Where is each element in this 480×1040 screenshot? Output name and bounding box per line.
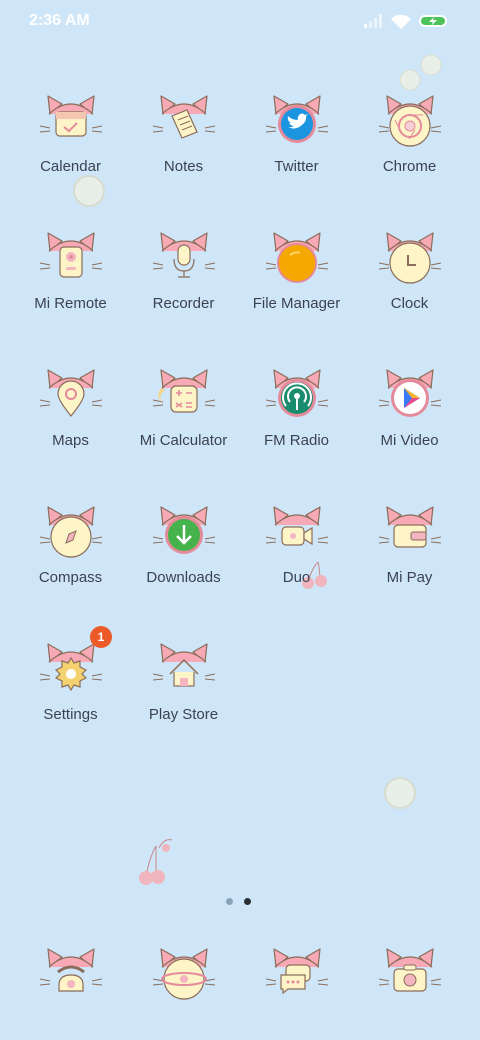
app-label: Clock xyxy=(390,295,429,312)
app-duo[interactable]: Duo xyxy=(240,503,353,613)
lemon-slice-decoration xyxy=(399,54,442,91)
app-chrome[interactable]: Chrome xyxy=(353,92,466,202)
gear-icon xyxy=(39,640,103,702)
app-label: Compass xyxy=(38,569,103,586)
notes-icon xyxy=(152,92,216,154)
compass-icon xyxy=(39,503,103,565)
status-bar: 2:36 AM xyxy=(0,0,480,44)
app-label: Downloads xyxy=(146,569,221,586)
microphone-icon xyxy=(152,229,216,291)
dock-app-browser-globe[interactable] xyxy=(152,945,216,1007)
app-label: FM Radio xyxy=(263,432,330,449)
battery-charging-icon xyxy=(419,15,447,27)
app-label: Mi Remote xyxy=(34,295,107,312)
calculator-icon xyxy=(152,366,216,428)
app-mi-remote[interactable]: Mi Remote xyxy=(14,229,127,339)
page-dot-2[interactable] xyxy=(244,898,251,905)
app-mi-pay[interactable]: Mi Pay xyxy=(353,503,466,613)
notification-badge: 1 xyxy=(90,626,112,648)
lemon-slice-decoration xyxy=(384,777,416,809)
calendar-icon xyxy=(39,92,103,154)
home-icon xyxy=(152,640,216,702)
cherry-decoration xyxy=(139,839,173,885)
video-camera-icon xyxy=(265,503,329,565)
app-label: Settings xyxy=(43,706,98,723)
app-clock[interactable]: Clock xyxy=(353,229,466,339)
signal-icon xyxy=(364,14,382,28)
app-settings[interactable]: Settings 1 xyxy=(14,626,127,750)
status-time: 2:36 AM xyxy=(29,12,90,29)
app-label: Maps xyxy=(52,432,89,449)
app-label: Mi Calculator xyxy=(139,432,228,449)
page-dot-1[interactable] xyxy=(226,898,233,905)
app-mi-calculator[interactable]: Mi Calculator xyxy=(127,366,240,476)
dock-app-messages[interactable] xyxy=(265,945,329,1007)
folder-icon xyxy=(265,229,329,291)
camera-icon xyxy=(378,945,442,1012)
app-recorder[interactable]: Recorder xyxy=(127,229,240,339)
app-label: Mi Video xyxy=(380,432,439,449)
app-label: Duo xyxy=(282,569,311,586)
clock-icon xyxy=(378,229,442,291)
radio-icon xyxy=(265,366,329,428)
remote-icon xyxy=(39,229,103,291)
chrome-icon xyxy=(378,92,442,154)
app-downloads[interactable]: Downloads xyxy=(127,503,240,613)
phone-icon xyxy=(39,945,103,1012)
app-label: Twitter xyxy=(274,158,319,175)
dock-app-camera[interactable] xyxy=(378,945,442,1007)
page-indicator xyxy=(226,898,256,906)
status-icons xyxy=(364,13,452,31)
wallet-icon xyxy=(378,503,442,565)
browser-globe-icon xyxy=(152,945,216,1012)
app-maps[interactable]: Maps xyxy=(14,366,127,476)
dock-app-phone[interactable] xyxy=(39,945,103,1007)
app-label: Play Store xyxy=(148,706,219,723)
app-label: Notes xyxy=(163,158,204,175)
app-label: Chrome xyxy=(382,158,437,175)
wifi-icon xyxy=(391,14,411,29)
app-play-store[interactable]: Play Store xyxy=(127,640,240,750)
app-label: Recorder xyxy=(152,295,215,312)
app-fm-radio[interactable]: FM Radio xyxy=(240,366,353,476)
app-notes[interactable]: Notes xyxy=(127,92,240,202)
app-label: Calendar xyxy=(40,158,101,175)
map-pin-icon xyxy=(39,366,103,428)
messages-icon xyxy=(265,945,329,1012)
download-icon xyxy=(152,503,216,565)
app-mi-video[interactable]: Mi Video xyxy=(353,366,466,476)
app-compass[interactable]: Compass xyxy=(14,503,127,613)
play-icon xyxy=(378,366,442,428)
twitter-icon xyxy=(265,92,329,154)
app-label: Mi Pay xyxy=(386,569,433,586)
app-file-manager[interactable]: File Manager xyxy=(240,229,353,339)
app-label: File Manager xyxy=(252,295,341,312)
app-calendar[interactable]: Calendar xyxy=(14,92,127,202)
app-twitter[interactable]: Twitter xyxy=(240,92,353,202)
